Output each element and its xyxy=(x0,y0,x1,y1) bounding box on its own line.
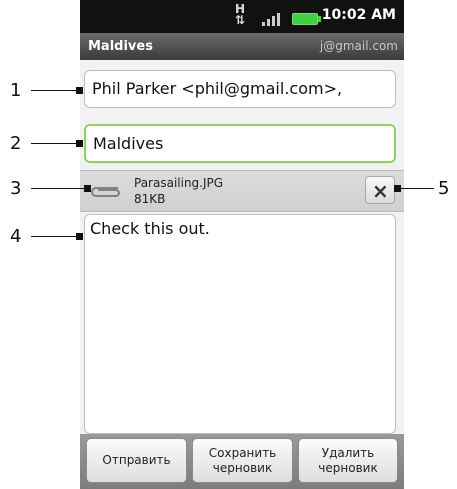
message-body-value: Check this out. xyxy=(90,219,210,238)
callout-number-3: 3 xyxy=(10,178,22,199)
phone-screen: H ⇅ 10:02 AM Maldives j@gmail.com Phil Pa… xyxy=(80,0,404,489)
send-button-label: Отправить xyxy=(102,453,171,467)
delete-draft-button[interactable]: Удалить черновик xyxy=(298,438,398,483)
account-email: j@gmail.com xyxy=(319,39,398,53)
callout-number-4: 4 xyxy=(10,226,22,247)
callout-dot-1 xyxy=(76,87,83,94)
message-body-field[interactable]: Check this out. xyxy=(84,214,396,434)
title-subject: Maldives xyxy=(88,39,153,54)
battery-icon xyxy=(292,13,321,25)
save-draft-button[interactable]: Сохранить черновик xyxy=(192,438,293,483)
callout-line-3 xyxy=(31,188,87,189)
remove-attachment-button[interactable]: × xyxy=(365,176,395,204)
callout-line-5 xyxy=(398,188,434,189)
close-icon: × xyxy=(372,179,389,203)
to-field[interactable]: Phil Parker <phil@gmail.com>, xyxy=(84,70,396,108)
callout-dot-2 xyxy=(76,140,83,147)
attachment-row[interactable]: Parasailing.JPG 81KB × xyxy=(80,170,404,212)
status-clock: 10:02 AM xyxy=(321,7,396,23)
attachment-size: 81KB xyxy=(134,192,166,206)
callout-number-1: 1 xyxy=(10,80,22,101)
data-indicator-icon: H ⇅ xyxy=(235,2,246,27)
bottom-action-bar: Отправить Сохранить черновик Удалить чер… xyxy=(80,434,404,489)
status-bar: H ⇅ 10:02 AM xyxy=(80,0,404,33)
callout-number-5: 5 xyxy=(438,178,450,199)
callout-number-2: 2 xyxy=(10,133,22,154)
subject-field-value: Maldives xyxy=(93,134,164,153)
paperclip-icon xyxy=(91,187,120,197)
delete-draft-button-label: Удалить черновик xyxy=(318,445,378,475)
send-button[interactable]: Отправить xyxy=(86,438,187,483)
callout-line-1 xyxy=(31,90,79,91)
to-field-value: Phil Parker <phil@gmail.com>, xyxy=(92,79,343,98)
signal-icon xyxy=(262,13,280,26)
callout-line-4 xyxy=(31,236,79,237)
save-draft-button-label: Сохранить черновик xyxy=(208,445,277,475)
title-bar: Maldives j@gmail.com xyxy=(80,33,404,60)
callout-line-2 xyxy=(31,143,79,144)
attachment-filename: Parasailing.JPG xyxy=(134,176,224,190)
callout-dot-3 xyxy=(84,185,91,192)
callout-dot-4 xyxy=(76,233,83,240)
subject-field[interactable]: Maldives xyxy=(84,124,396,163)
